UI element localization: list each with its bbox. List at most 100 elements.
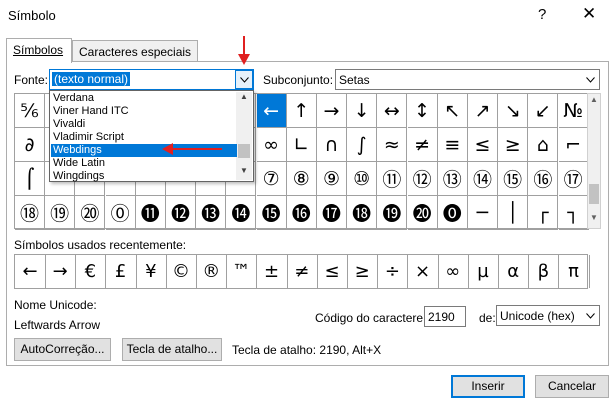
recent-symbol[interactable]: α [498, 255, 530, 288]
symbol-cell[interactable]: ≈ [377, 128, 408, 162]
symbol-cell[interactable]: ⑪ [377, 162, 408, 196]
font-select[interactable]: (texto normal) [49, 69, 254, 90]
symbol-cell[interactable]: → [317, 94, 347, 128]
tab-special-characters[interactable]: Caracteres especiais [72, 40, 198, 62]
symbol-cell[interactable]: ⓰ [286, 196, 317, 230]
symbol-cell[interactable]: ↘ [498, 94, 529, 128]
from-select[interactable]: Unicode (hex) [496, 305, 600, 326]
symbol-cell[interactable]: ⑰ [558, 162, 589, 196]
font-option[interactable]: Wide Latin [51, 157, 237, 170]
symbol-cell[interactable]: ⑮ [498, 162, 529, 196]
recent-symbol[interactable]: ∞ [438, 255, 469, 288]
symbol-cell[interactable]: ∫ [347, 128, 378, 162]
autocorrect-button[interactable]: AutoCorreção... [14, 338, 111, 361]
symbol-cell[interactable]: ⓪ [105, 196, 136, 230]
scroll-down-icon[interactable]: ▼ [588, 213, 600, 227]
symbol-cell[interactable]: ⓯ [256, 196, 287, 230]
font-option[interactable]: Verdana [51, 92, 237, 105]
symbol-cell[interactable]: ⑦ [256, 162, 287, 196]
symbol-cell[interactable]: ⓭ [196, 196, 227, 230]
scroll-down-icon[interactable]: ▼ [236, 166, 252, 180]
symbol-cell[interactable]: ≠ [407, 128, 438, 162]
symbol-cell[interactable]: ↔ [377, 94, 408, 128]
recent-symbol[interactable]: β [528, 255, 560, 288]
recent-symbol[interactable]: ≤ [317, 255, 348, 288]
recent-symbol[interactable]: ¥ [136, 255, 167, 288]
recent-symbol[interactable]: ™ [226, 255, 258, 288]
recent-symbol[interactable]: © [166, 255, 197, 288]
chevron-down-icon[interactable] [581, 306, 599, 325]
symbol-cell[interactable]: ≤ [468, 128, 498, 162]
chevron-down-icon[interactable] [235, 70, 253, 89]
recent-symbols-bar[interactable]: ← → € £ ¥ © ® ™ ± ≠ ≤ ≥ ÷ × ∞ µ α β π [14, 254, 590, 289]
symbol-cell[interactable]: ↑ [286, 94, 317, 128]
recent-symbol[interactable]: ← [15, 255, 46, 288]
symbol-cell[interactable]: ⑧ [286, 162, 317, 196]
scrollbar-thumb[interactable] [589, 184, 599, 204]
symbol-cell[interactable]: ⑱ [15, 196, 45, 230]
symbol-cell[interactable]: ⓱ [317, 196, 347, 230]
symbol-cell[interactable]: ⑳ [75, 196, 106, 230]
symbol-cell[interactable]: ⑯ [528, 162, 559, 196]
symbol-cell[interactable]: ⑬ [437, 162, 468, 196]
tab-symbols[interactable]: Símbolos [6, 38, 72, 63]
font-option[interactable]: Vivaldi [51, 118, 237, 131]
font-dropdown-list[interactable]: ▲ ▼ Verdana Viner Hand ITC Vivaldi Vladimir… [49, 90, 254, 182]
recent-symbol[interactable]: ÷ [377, 255, 409, 288]
font-option[interactable]: Viner Hand ITC [51, 105, 237, 118]
symbol-cell[interactable]: ↓ [347, 94, 378, 128]
symbol-cell[interactable]: ≥ [498, 128, 529, 162]
symbol-cell[interactable]: ⌂ [528, 128, 559, 162]
symbol-cell[interactable]: ⓿ [437, 196, 468, 230]
symbol-cell[interactable]: ─ [468, 196, 498, 230]
symbol-cell[interactable]: ⓴ [407, 196, 438, 230]
subset-select[interactable]: Setas [335, 69, 600, 90]
symbol-cell[interactable]: ⑩ [347, 162, 378, 196]
shortcut-key-button[interactable]: Tecla de atalho... [122, 338, 222, 361]
symbol-cell[interactable]: ∞ [256, 128, 287, 162]
help-button[interactable]: ? [538, 6, 546, 23]
symbol-cell[interactable]: ↖ [437, 94, 468, 128]
scrollbar-thumb[interactable] [238, 144, 250, 158]
scroll-up-icon[interactable]: ▲ [236, 92, 252, 106]
chevron-down-icon[interactable] [581, 70, 599, 89]
recent-symbol[interactable]: £ [106, 255, 137, 288]
symbol-cell[interactable]: ≡ [437, 128, 468, 162]
recent-symbol[interactable]: → [45, 255, 77, 288]
symbol-cell[interactable]: ⓫ [135, 196, 166, 230]
recent-symbol[interactable]: µ [468, 255, 499, 288]
char-code-input[interactable]: 2190 [424, 306, 466, 327]
symbol-cell[interactable]: ⑲ [45, 196, 76, 230]
recent-symbol[interactable]: × [408, 255, 439, 288]
symbol-cell[interactable]: │ [498, 196, 529, 230]
recent-symbol[interactable]: π [559, 255, 590, 288]
symbol-cell[interactable]: ⑨ [317, 162, 347, 196]
symbol-cell[interactable]: ∟ [286, 128, 317, 162]
symbol-cell[interactable]: ⓳ [377, 196, 408, 230]
symbol-cell[interactable]: ⓲ [347, 196, 378, 230]
symbol-cell[interactable]: ← [256, 94, 287, 128]
font-option[interactable]: Wingdings [51, 170, 237, 183]
symbol-cell[interactable]: ⌐ [558, 128, 589, 162]
cancel-button[interactable]: Cancelar [535, 375, 609, 398]
symbol-cell[interactable]: ┐ [558, 196, 589, 230]
insert-button[interactable]: Inserir [451, 375, 525, 398]
symbol-cell[interactable]: ⑭ [468, 162, 498, 196]
symbol-cell[interactable]: ⓮ [226, 196, 257, 230]
symbol-cell[interactable]: ∩ [317, 128, 347, 162]
symbol-cell[interactable]: ↗ [468, 94, 498, 128]
symbol-cell[interactable]: ⌠ [15, 162, 45, 196]
close-button[interactable]: ✕ [582, 4, 596, 24]
recent-symbol[interactable]: ≥ [347, 255, 379, 288]
symbol-cell[interactable]: ⅚ [15, 94, 45, 128]
font-dropdown-scrollbar[interactable]: ▲ ▼ [236, 92, 252, 180]
symbol-cell[interactable]: ┌ [528, 196, 559, 230]
scroll-up-icon[interactable]: ▲ [588, 95, 600, 109]
symbol-grid-scrollbar[interactable]: ▲ ▼ [587, 93, 601, 229]
symbol-cell[interactable]: ↙ [528, 94, 559, 128]
symbol-cell[interactable]: № [558, 94, 589, 128]
recent-symbol[interactable]: ® [196, 255, 228, 288]
symbol-cell[interactable]: ↕ [407, 94, 438, 128]
recent-symbol[interactable]: ≠ [287, 255, 318, 288]
symbol-cell[interactable]: ⑫ [407, 162, 438, 196]
